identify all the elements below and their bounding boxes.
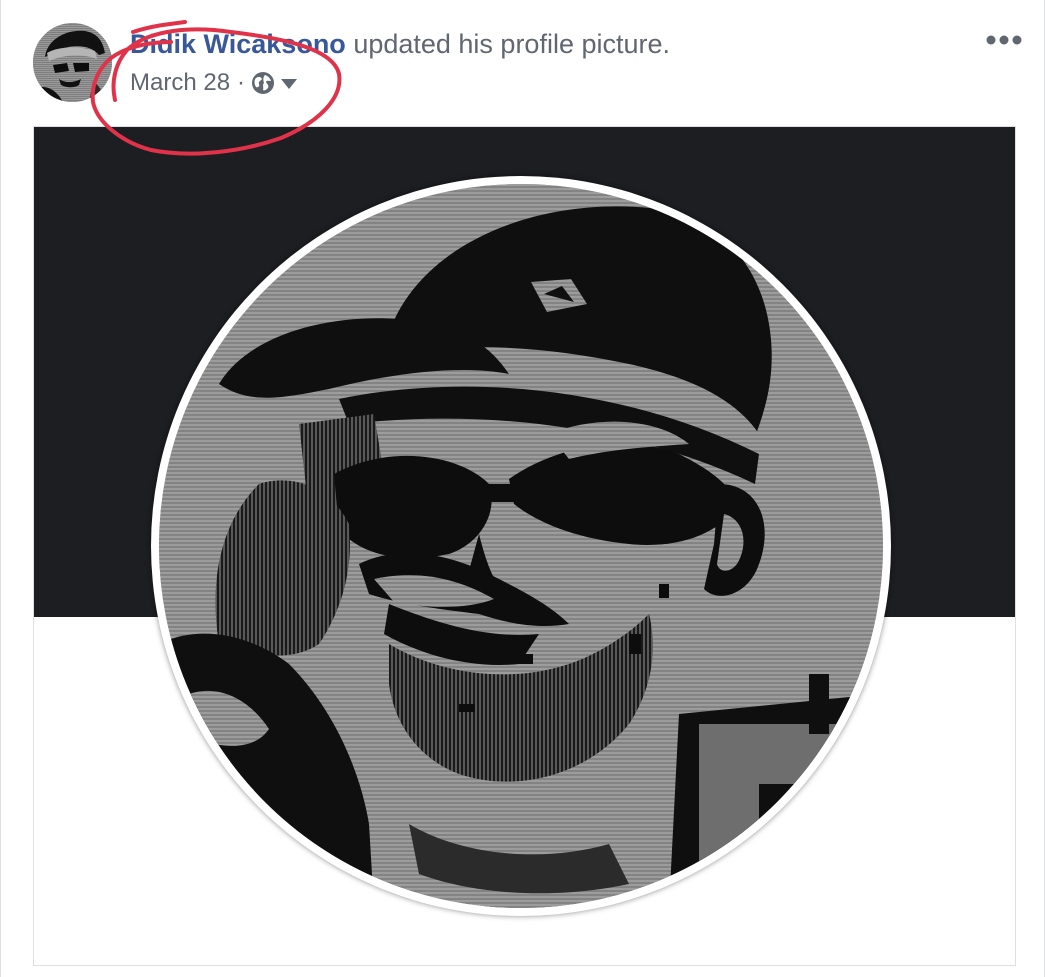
caret-down-icon[interactable] [280,78,298,90]
post-action-text: updated his profile picture. [345,29,671,59]
post-photo[interactable] [33,126,1016,966]
post-timestamp-link[interactable]: March 28 [130,69,230,97]
meta-separator: · [237,69,246,96]
post-header: Didik Wicaksono updated his profile pict… [130,27,670,61]
author-avatar[interactable] [33,23,112,102]
profile-portrait-illustration [159,184,883,908]
post-meta: March 28 · [130,66,298,100]
avatar-image [33,23,112,102]
globe-icon[interactable] [251,71,275,95]
profile-picture[interactable] [151,176,891,916]
author-name-link[interactable]: Didik Wicaksono [130,29,346,59]
feed-post-card: Didik Wicaksono updated his profile pict… [0,0,1045,977]
profile-picture-image [159,184,883,908]
more-options-icon[interactable] [984,28,1024,52]
